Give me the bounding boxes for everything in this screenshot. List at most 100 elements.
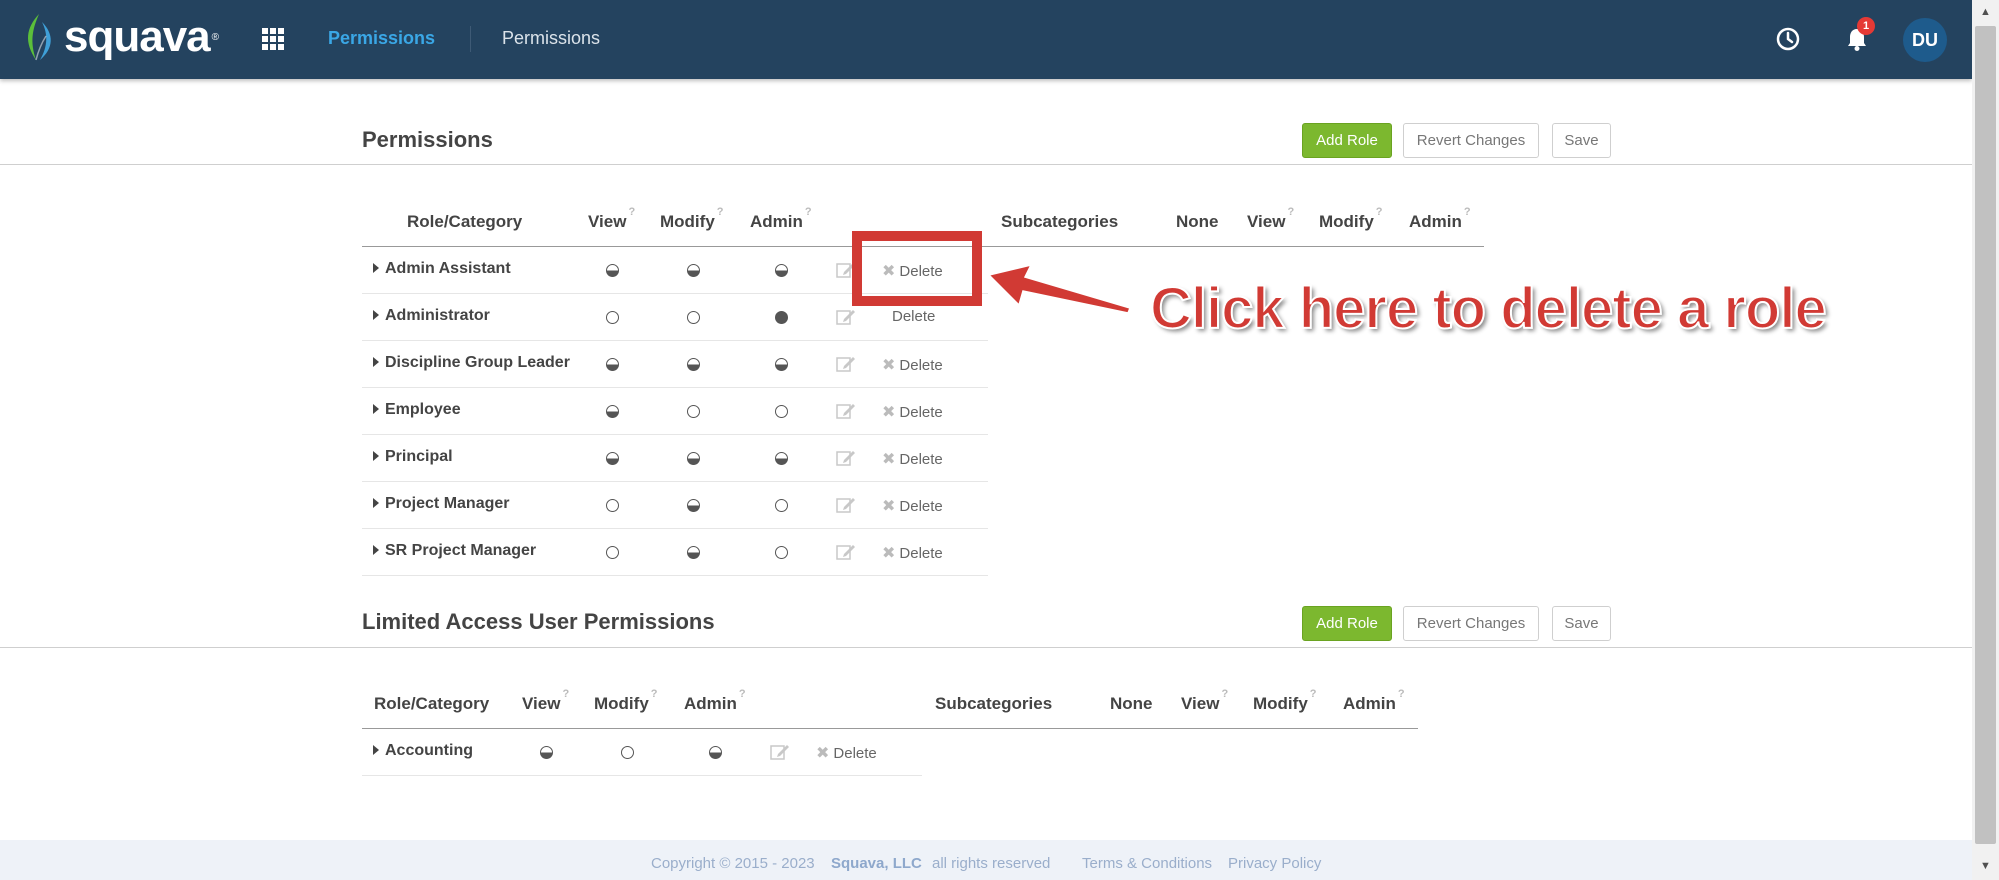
help-icon[interactable]: ? (1464, 206, 1471, 218)
privacy-link[interactable]: Privacy Policy (1228, 855, 1321, 872)
delete-role-button[interactable]: ✖ Delete (882, 543, 943, 563)
col-none: None (1176, 212, 1219, 231)
permission-modify-toggle[interactable] (687, 405, 700, 418)
expand-caret-icon[interactable] (373, 545, 379, 555)
permission-modify-toggle[interactable] (687, 264, 700, 277)
help-icon[interactable]: ? (1221, 688, 1228, 700)
delete-role-button[interactable]: Delete (882, 308, 935, 325)
expand-caret-icon[interactable] (373, 310, 379, 320)
edit-icon[interactable] (836, 355, 856, 373)
role-row-toggle[interactable]: Project Manager (373, 495, 509, 513)
role-row-toggle[interactable]: Principal (373, 448, 453, 466)
edit-icon[interactable] (836, 496, 856, 514)
role-row-toggle[interactable]: Admin Assistant (373, 260, 511, 278)
limited-save-button[interactable]: Save (1552, 606, 1611, 641)
expand-caret-icon[interactable] (373, 498, 379, 508)
edit-icon[interactable] (836, 308, 856, 326)
revert-changes-button[interactable]: Revert Changes (1403, 123, 1539, 158)
help-icon[interactable]: ? (628, 206, 635, 218)
help-icon[interactable]: ? (1376, 206, 1383, 218)
expand-caret-icon[interactable] (373, 404, 379, 414)
scroll-down-arrow-icon[interactable]: ▼ (1972, 856, 1999, 876)
role-row-toggle[interactable]: Accounting (373, 742, 473, 760)
footer-company[interactable]: Squava, LLC (831, 855, 922, 872)
delete-role-button[interactable]: ✖ Delete (816, 743, 877, 763)
expand-caret-icon[interactable] (373, 745, 379, 755)
permission-admin-toggle[interactable] (775, 452, 788, 465)
delete-role-button[interactable]: ✖ Delete (882, 355, 943, 375)
permission-admin-toggle[interactable] (775, 264, 788, 277)
help-icon[interactable]: ? (805, 206, 812, 218)
table-row-divider (362, 481, 988, 482)
limited-col-sub-modify-label: Modify (1253, 694, 1308, 713)
delete-role-button[interactable]: ✖ Delete (882, 402, 943, 422)
nav-permissions-sub[interactable]: Permissions (502, 28, 600, 49)
help-icon[interactable]: ? (651, 688, 658, 700)
delete-label: Delete (899, 498, 943, 515)
edit-icon[interactable] (836, 402, 856, 420)
col-view-label: View (588, 212, 627, 231)
permission-view-toggle[interactable] (606, 311, 619, 324)
clock-icon[interactable] (1775, 26, 1801, 52)
limited-col-modify: Modify? (594, 688, 658, 714)
role-row-toggle[interactable]: SR Project Manager (373, 542, 536, 560)
permission-view-toggle[interactable] (606, 264, 619, 277)
permission-admin-toggle[interactable] (775, 405, 788, 418)
leaf-logo-icon (28, 14, 51, 61)
permission-view-toggle[interactable] (606, 405, 619, 418)
permission-admin-toggle[interactable] (775, 546, 788, 559)
expand-caret-icon[interactable] (373, 451, 379, 461)
scrollbar-thumb[interactable] (1975, 26, 1996, 844)
role-name: Project Manager (385, 495, 510, 512)
delete-role-button[interactable]: ✖ Delete (882, 496, 943, 516)
permission-modify-toggle[interactable] (687, 311, 700, 324)
squava-logo[interactable]: squava ® (22, 12, 219, 62)
permission-view-toggle[interactable] (606, 499, 619, 512)
scroll-up-arrow-icon[interactable]: ▲ (1972, 2, 1999, 22)
vertical-scrollbar[interactable]: ▲ ▼ (1972, 0, 1999, 880)
save-button[interactable]: Save (1552, 123, 1611, 158)
limited-add-role-button[interactable]: Add Role (1302, 606, 1392, 641)
role-name: Employee (385, 401, 461, 418)
permission-view-toggle[interactable] (606, 358, 619, 371)
terms-link[interactable]: Terms & Conditions (1082, 855, 1212, 872)
help-icon[interactable]: ? (562, 688, 569, 700)
permission-modify-toggle[interactable] (621, 746, 634, 759)
permission-view-toggle[interactable] (540, 746, 553, 759)
nav-permissions-active[interactable]: Permissions (328, 28, 435, 49)
help-icon[interactable]: ? (1398, 688, 1405, 700)
col-role-category: Role/Category (407, 212, 523, 231)
permission-admin-toggle[interactable] (709, 746, 722, 759)
apps-grid-icon[interactable] (262, 28, 284, 50)
help-icon[interactable]: ? (717, 206, 724, 218)
permission-modify-toggle[interactable] (687, 358, 700, 371)
col-sub-modify: Modify? (1319, 206, 1383, 232)
expand-caret-icon[interactable] (373, 263, 379, 273)
permission-modify-toggle[interactable] (687, 452, 700, 465)
permission-admin-toggle[interactable] (775, 358, 788, 371)
edit-icon[interactable] (770, 743, 790, 761)
edit-icon[interactable] (836, 449, 856, 467)
role-row-toggle[interactable]: Employee (373, 401, 461, 419)
permission-modify-toggle[interactable] (687, 546, 700, 559)
role-name: Administrator (385, 307, 490, 324)
user-avatar[interactable]: DU (1903, 18, 1947, 62)
delete-role-button[interactable]: ✖ Delete (882, 449, 943, 469)
col-sub-view: View? (1247, 206, 1294, 232)
permission-view-toggle[interactable] (606, 452, 619, 465)
top-navigation-bar: squava ® Permissions Permissions 1 DU (0, 0, 1972, 79)
permission-admin-toggle[interactable] (775, 311, 788, 324)
permission-view-toggle[interactable] (606, 546, 619, 559)
limited-revert-changes-button[interactable]: Revert Changes (1403, 606, 1539, 641)
help-icon[interactable]: ? (1310, 688, 1317, 700)
permission-modify-toggle[interactable] (687, 499, 700, 512)
help-icon[interactable]: ? (1287, 206, 1294, 218)
role-row-toggle[interactable]: Administrator (373, 307, 490, 325)
edit-icon[interactable] (836, 543, 856, 561)
expand-caret-icon[interactable] (373, 357, 379, 367)
add-role-button[interactable]: Add Role (1302, 123, 1392, 158)
role-row-toggle[interactable]: Discipline Group Leader (373, 354, 570, 372)
permission-admin-toggle[interactable] (775, 499, 788, 512)
limited-col-sub-view-label: View (1181, 694, 1220, 713)
help-icon[interactable]: ? (739, 688, 746, 700)
